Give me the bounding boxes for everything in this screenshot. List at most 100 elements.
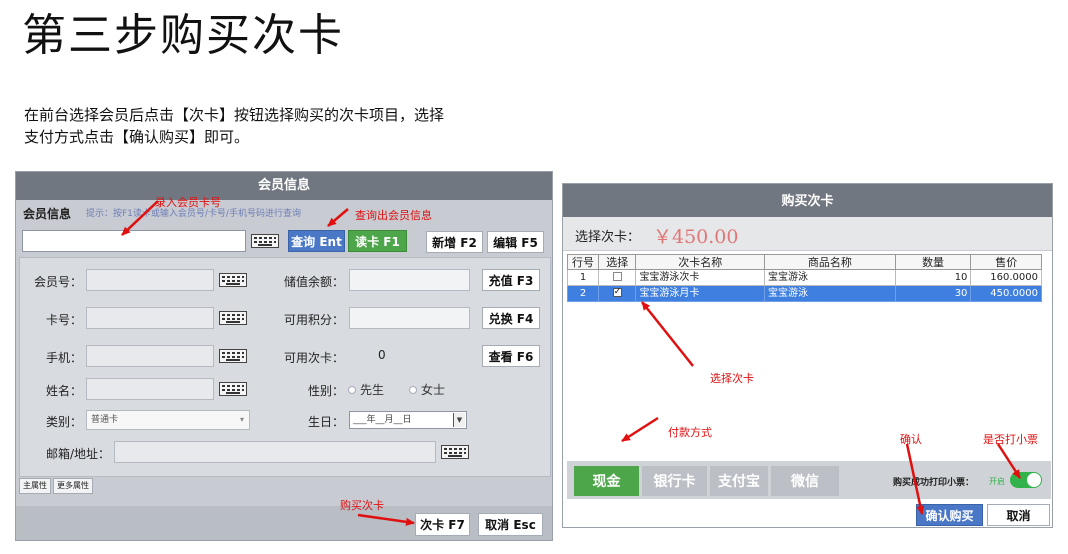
page-description: 在前台选择会员后点击【次卡】按钮选择购买的次卡项目，选择 支付方式点击【确认购买… bbox=[24, 104, 614, 148]
radio-icon bbox=[409, 385, 417, 394]
table-row[interactable]: 1 宝宝游泳次卡 宝宝游泳 10 160.0000 bbox=[566, 269, 1042, 286]
new-member-button[interactable]: 新增 F2 bbox=[426, 231, 483, 253]
annotation-enter-card: 录入会员卡号 bbox=[155, 196, 221, 209]
pay-bankcard-button[interactable]: 银行卡 bbox=[642, 466, 707, 496]
member-window-title: 会员信息 bbox=[16, 172, 552, 200]
product-name-cell: 宝宝游泳 bbox=[764, 285, 896, 302]
birthday-picker[interactable]: ___年__月__日 ▼ bbox=[349, 411, 467, 429]
print-receipt-label: 购买成功打印小票： bbox=[893, 478, 975, 488]
email-address-label: 邮箱/地址： bbox=[45, 447, 110, 461]
card-name-cell: 宝宝游泳次卡 bbox=[635, 269, 766, 286]
pay-cash-button[interactable]: 现金 bbox=[574, 466, 639, 496]
gender-male-radio[interactable]: 先生 bbox=[348, 381, 384, 398]
annotation-payment: 付款方式 bbox=[668, 426, 712, 439]
keyboard-icon[interactable] bbox=[248, 231, 282, 251]
phone-label: 手机： bbox=[45, 351, 82, 365]
card-no-field[interactable] bbox=[86, 307, 214, 329]
points-label: 可用积分： bbox=[283, 313, 344, 327]
toggle-state-text: 开启 bbox=[989, 477, 1005, 486]
select-card-label: 选择次卡： bbox=[575, 230, 641, 245]
category-value: 普通卡 bbox=[91, 415, 119, 425]
category-select[interactable]: 普通卡 ▾ bbox=[86, 410, 250, 430]
table-header-row: 行号 选择 次卡名称 商品名称 数量 售价 bbox=[566, 254, 1042, 270]
name-label: 姓名： bbox=[45, 384, 82, 398]
keyboard-icon[interactable] bbox=[438, 442, 472, 462]
dropdown-caret-icon: ▾ bbox=[239, 415, 244, 424]
pay-wechat-button[interactable]: 微信 bbox=[771, 466, 839, 496]
row-number: 2 bbox=[566, 285, 600, 302]
keyboard-icon[interactable] bbox=[216, 270, 250, 290]
annotation-print-receipt: 是否打小票 bbox=[983, 433, 1038, 446]
card-no-label: 卡号： bbox=[45, 313, 82, 327]
annotation-select-card: 选择次卡 bbox=[710, 372, 754, 385]
read-card-button[interactable]: 读卡 F1 bbox=[348, 230, 407, 252]
buy-window-title: 购买次卡 bbox=[563, 184, 1052, 217]
dropdown-caret-icon[interactable]: ▼ bbox=[453, 413, 465, 427]
edit-member-button[interactable]: 编辑 F5 bbox=[487, 231, 544, 253]
member-no-label: 会员号： bbox=[33, 275, 82, 289]
keyboard-icon[interactable] bbox=[216, 379, 250, 399]
toggle-switch-icon[interactable] bbox=[1010, 472, 1042, 488]
gender-female-radio[interactable]: 女士 bbox=[409, 381, 445, 398]
member-window-footer bbox=[16, 506, 552, 540]
times-value: 0 bbox=[378, 348, 386, 362]
balance-field bbox=[349, 269, 470, 291]
description-line: 支付方式点击【确认购买】即可。 bbox=[24, 128, 250, 146]
tab-more-attributes[interactable]: 更多属性 bbox=[53, 478, 93, 494]
annotation-confirm: 确认 bbox=[900, 433, 922, 446]
description-line: 在前台选择会员后点击【次卡】按钮选择购买的次卡项目，选择 bbox=[24, 106, 445, 124]
product-name-cell: 宝宝游泳 bbox=[764, 269, 896, 286]
confirm-purchase-button[interactable]: 确认购买 bbox=[916, 504, 983, 526]
price-cell: 450.0000 bbox=[970, 285, 1042, 302]
exchange-button[interactable]: 兑换 F4 bbox=[482, 307, 540, 329]
card-name-cell: 宝宝游泳月卡 bbox=[635, 285, 766, 302]
balance-label: 储值余额： bbox=[283, 275, 344, 289]
table-row[interactable]: 2 宝宝游泳月卡 宝宝游泳 30 450.0000 bbox=[566, 285, 1042, 302]
member-form: 会员号： 储值余额： 充值 F3 卡号： 可用积分： 兑换 F4 手机： 可用次… bbox=[19, 257, 551, 477]
member-section-label: 会员信息 bbox=[23, 207, 72, 221]
column-header: 次卡名称 bbox=[635, 254, 766, 270]
points-field bbox=[349, 307, 470, 329]
radio-icon bbox=[348, 385, 356, 394]
cancel-button[interactable]: 取消 Esc bbox=[478, 513, 543, 536]
tab-main-attributes[interactable]: 主属性 bbox=[19, 478, 51, 494]
checkbox-icon[interactable] bbox=[612, 272, 622, 281]
row-checkbox[interactable] bbox=[598, 285, 637, 302]
name-field[interactable] bbox=[86, 378, 214, 400]
recharge-button[interactable]: 充值 F3 bbox=[482, 269, 540, 291]
member-search-input[interactable] bbox=[22, 230, 246, 252]
buy-cancel-button[interactable]: 取消 bbox=[987, 504, 1050, 526]
query-button[interactable]: 查询 Ent bbox=[288, 230, 345, 252]
member-info-window: 会员信息 会员信息 提示：按F1读卡或输入会员号/卡号/手机号码进行查询 查询 … bbox=[15, 171, 553, 541]
category-label: 类别： bbox=[45, 415, 82, 429]
card-table: 行号 选择 次卡名称 商品名称 数量 售价 1 宝宝游泳次卡 宝宝游泳 10 1… bbox=[566, 254, 1042, 302]
quantity-cell: 30 bbox=[894, 285, 972, 302]
annotation-buy-card: 购买次卡 bbox=[340, 499, 384, 512]
keyboard-icon[interactable] bbox=[216, 346, 250, 366]
annotation-query-info: 查询出会员信息 bbox=[355, 209, 432, 222]
page-title: 第三步购买次卡 bbox=[22, 10, 344, 61]
quantity-cell: 10 bbox=[894, 269, 972, 286]
column-header: 商品名称 bbox=[764, 254, 896, 270]
keyboard-icon[interactable] bbox=[216, 308, 250, 328]
buy-times-card-button[interactable]: 次卡 F7 bbox=[415, 513, 470, 536]
price-cell: 160.0000 bbox=[970, 269, 1042, 286]
phone-field[interactable] bbox=[86, 345, 214, 367]
column-header: 售价 bbox=[970, 254, 1042, 270]
birthday-value: ___年__月__日 bbox=[353, 415, 412, 425]
view-button[interactable]: 查看 F6 bbox=[482, 345, 540, 367]
birthday-label: 生日： bbox=[307, 415, 344, 429]
member-no-field[interactable] bbox=[86, 269, 214, 291]
selection-bar: 选择次卡： ￥450.00 bbox=[563, 217, 1052, 251]
email-address-field[interactable] bbox=[114, 441, 436, 463]
row-number: 1 bbox=[566, 269, 600, 286]
checkbox-icon[interactable] bbox=[612, 285, 622, 299]
times-label: 可用次卡： bbox=[283, 351, 344, 365]
column-header: 数量 bbox=[894, 254, 972, 270]
payment-bar: 现金 银行卡 支付宝 微信 购买成功打印小票： 开启 bbox=[567, 461, 1051, 499]
gender-label: 性别： bbox=[307, 384, 344, 398]
row-checkbox[interactable] bbox=[598, 269, 637, 286]
column-header: 选择 bbox=[598, 254, 637, 270]
column-header: 行号 bbox=[566, 254, 600, 270]
pay-alipay-button[interactable]: 支付宝 bbox=[710, 466, 768, 496]
